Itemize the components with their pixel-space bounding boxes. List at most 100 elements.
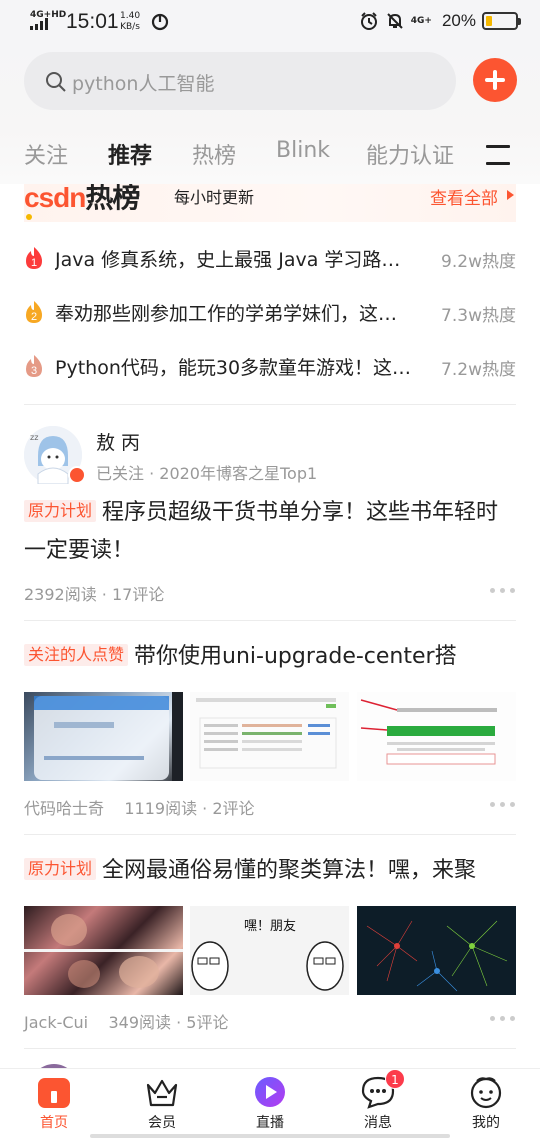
nav-live[interactable]: 直播 [232,1075,308,1135]
svg-text:3: 3 [31,365,37,377]
bottom-nav: 首页 会员 直播 1 消息 我的 [0,1068,540,1140]
signal-icon [30,18,48,30]
status-bar: 4G+HD 15:01 1.40 KB/s 4G+ 20% [0,0,540,44]
tab-certification[interactable]: 能力认证 [366,138,454,170]
logo-hot: 热榜 [85,184,140,213]
hot-list-item[interactable]: 2 奉劝那些刚参加工作的学弟学妹们，这些技术要学透！ 7.3w热度 [24,294,516,334]
gesture-bar[interactable] [90,1134,450,1138]
search-bar[interactable]: python人工智能 [24,52,456,110]
post-title[interactable]: 关注的人点赞 带你使用uni-upgrade-center搭 [24,638,516,676]
hot-item-heat: 9.2w热度 [441,252,516,272]
message-icon: 1 [361,1069,405,1109]
network-speed: 1.40 KB/s [120,11,140,33]
post-stats: 代码哈士奇 1119阅读 · 2评论 [24,795,255,819]
post-stats-text: 349阅读 · 5评论 [108,1013,229,1032]
post-thumbnail[interactable] [24,692,183,781]
post-tag: 原力计划 [24,500,97,522]
meme-image: 嘿！朋友 [190,906,349,995]
battery-icon [482,12,521,30]
nav-profile[interactable]: 我的 [448,1075,524,1135]
nav-profile-label: 我的 [472,1115,500,1131]
battery-level [486,16,492,26]
nav-vip[interactable]: 会员 [124,1075,200,1135]
nav-live-label: 直播 [256,1115,284,1131]
more-options-icon[interactable] [490,588,516,594]
post-stats-text: 1119阅读 · 2评论 [124,799,255,818]
phone-screenshot-image [34,692,183,781]
post-title[interactable]: 原力计划 全网最通俗易懂的聚类算法！嘿，来聚 [24,852,516,890]
post-tag: 关注的人点赞 [24,644,129,666]
nav-home[interactable]: 首页 [16,1075,92,1135]
feed: csdn热榜 每小时更新 查看全部 1 Java 修真系统，史上最强 Java … [0,184,540,1068]
flame-rank-3-icon: 3 [26,355,42,377]
post-author-name[interactable]: Jack-Cui [24,1013,88,1032]
status-right: 4G+ 20% [359,9,521,33]
verified-badge-icon [68,466,86,484]
tab-blink[interactable]: Blink [276,138,330,163]
divider [24,404,516,405]
post-title[interactable]: 原力计划 程序员超级干货书单分享！这些书年轻时一定要读！ [24,494,516,570]
menu-icon[interactable] [486,145,510,165]
avatar[interactable]: zz [24,426,86,485]
svg-text:嘿！朋友: 嘿！朋友 [244,918,296,934]
more-options-icon[interactable] [490,802,516,808]
more-options-icon[interactable] [490,1016,516,1022]
tab-recommend[interactable]: 推荐 [108,138,152,170]
profile-icon [469,1075,503,1109]
nav-vip-label: 会员 [148,1115,176,1131]
divider [24,834,516,835]
post-thumbnail[interactable] [357,906,516,995]
alarm-icon [360,12,377,30]
hot-list-subtitle: 每小时更新 [174,188,255,207]
nav-messages[interactable]: 1 消息 [340,1069,416,1135]
post-author-name[interactable]: 代码哈士奇 [24,799,104,818]
cluster-plot-image [357,906,516,995]
post-author[interactable]: zz 敖 丙 已关注 · 2020年博客之星Top1 [24,420,516,490]
logo-csdn: csdn [24,184,86,213]
hot-item-title: Python代码，能玩30多款童年游戏！这些有你玩过的吗 [55,357,415,379]
hot-item-heat: 7.2w热度 [441,360,516,380]
hot-list-item[interactable]: 1 Java 修真系统，史上最强 Java 学习路线！ 9.2w热度 [24,240,516,280]
svg-text:zz: zz [30,433,38,442]
post-stats: Jack-Cui 349阅读 · 5评论 [24,1009,228,1033]
hot-list-logo: csdn热榜 [24,184,140,216]
view-all-link[interactable]: 查看全部 [430,184,498,209]
header: python人工智能 关注 推荐 热榜 Blink 能力认证 [0,44,540,184]
speed-unit: KB/s [120,22,140,32]
post-title-text: 全网最通俗易懂的聚类算法！嘿，来聚 [102,858,477,883]
hot-item-title: 奉劝那些刚参加工作的学弟学妹们，这些技术要学透！ [55,303,415,325]
post-thumbnail[interactable] [357,692,516,781]
svg-text:1: 1 [31,257,37,269]
hot-item-heat: 7.3w热度 [441,306,516,326]
post-tag: 原力计划 [24,858,97,880]
network-right-label: 4G+ [410,16,432,26]
search-icon [46,72,66,92]
carousel-dot [26,214,32,220]
tab-hot[interactable]: 热榜 [192,138,236,170]
message-badge: 1 [385,1069,405,1089]
nav-messages-label: 消息 [364,1115,392,1131]
post-thumbnail[interactable] [190,692,349,781]
movie-still-image [24,914,183,988]
arrow-right-icon [507,190,514,200]
flame-rank-1-icon: 1 [26,247,42,269]
divider [24,1048,516,1049]
live-icon [253,1075,287,1109]
post-thumbnail[interactable]: 嘿！朋友 [190,906,349,995]
home-icon [37,1075,71,1109]
sync-icon [151,13,169,31]
search-placeholder[interactable]: python人工智能 [72,69,214,96]
author-name[interactable]: 敖 丙 [96,428,140,455]
crown-icon [145,1075,179,1109]
divider [24,620,516,621]
flame-rank-2-icon: 2 [26,301,42,323]
hot-list-item[interactable]: 3 Python代码，能玩30多款童年游戏！这些有你玩过的吗 7.2w热度 [24,348,516,388]
hot-list-banner[interactable]: csdn热榜 每小时更新 查看全部 [24,184,516,222]
mute-bell-icon [387,13,403,29]
tab-follow[interactable]: 关注 [24,138,68,170]
post-title-text: 带你使用uni-upgrade-center搭 [134,644,457,669]
author-meta: 已关注 · 2020年博客之星Top1 [96,464,318,483]
add-button[interactable] [473,58,517,102]
post-thumbnail[interactable] [24,906,183,995]
tab-bar: 关注 推荐 热榜 Blink 能力认证 [0,134,540,174]
